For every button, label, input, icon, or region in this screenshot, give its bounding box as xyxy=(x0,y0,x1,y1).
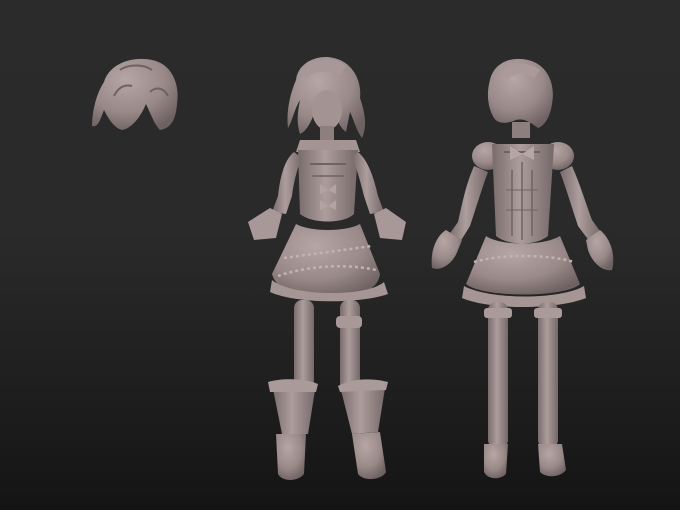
detached-hair-piece[interactable] xyxy=(92,58,178,131)
sculpt-viewport[interactable] xyxy=(0,0,680,510)
scene-canvas xyxy=(92,56,614,480)
figure-back-view[interactable] xyxy=(431,58,614,479)
figure-front-view[interactable] xyxy=(248,56,406,480)
